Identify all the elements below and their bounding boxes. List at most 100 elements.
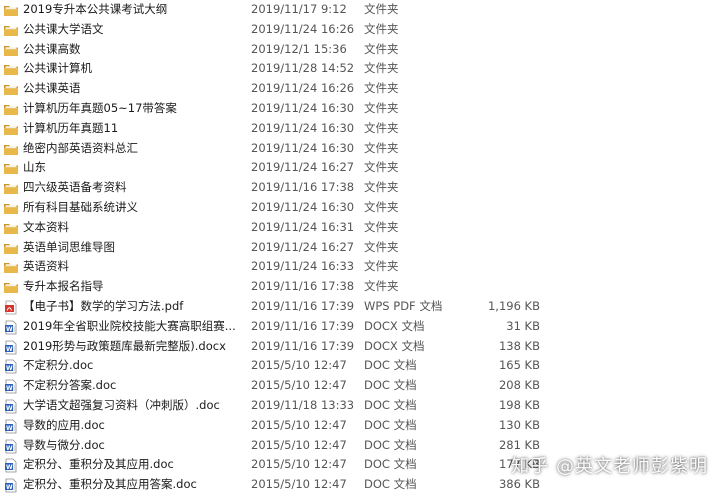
file-row[interactable]: W 2019形势与政策题库最新完整版).docx 2019/11/16 17:39 D…: [0, 337, 720, 357]
file-type: 文件夹: [364, 41, 399, 56]
file-name[interactable]: 2019专升本公共课考试大纲: [23, 0, 245, 20]
file-type: 文件夹: [364, 219, 399, 234]
file-date: 2019/11/24 16:27: [251, 160, 355, 175]
file-row[interactable]: 四六级英语备考资料 2019/11/16 17:38 文件夹: [0, 178, 720, 198]
file-date: 2015/5/10 12:47: [251, 477, 347, 492]
watermark: 知乎 @英文老师彭紫明: [511, 456, 708, 477]
file-row[interactable]: 所有科目基础系统讲义 2019/11/24 16:30 文件夹: [0, 198, 720, 218]
file-name[interactable]: 公共课高数: [23, 40, 245, 60]
file-row[interactable]: 公共课计算机 2019/11/28 14:52 文件夹: [0, 59, 720, 79]
file-name[interactable]: 英语单词思维导图: [23, 238, 245, 258]
file-row[interactable]: W 不定积分答案.doc 2015/5/10 12:47 DOC 文档 208 KB: [0, 376, 720, 396]
file-date: 2019/11/16 17:38: [251, 180, 355, 195]
file-row[interactable]: W 2019年全省职业院校技能大赛高职组赛... 2019/11/16 17:39 D…: [0, 317, 720, 337]
file-row[interactable]: 计算机历年真题05~17带答案 2019/11/24 16:30 文件夹: [0, 99, 720, 119]
file-name[interactable]: 不定积分答案.doc: [23, 376, 245, 396]
file-type: DOC 文档: [364, 417, 417, 432]
file-row[interactable]: 英语资料 2019/11/24 16:33 文件夹: [0, 257, 720, 277]
file-date: 2015/5/10 12:47: [251, 378, 347, 393]
svg-text:W: W: [6, 385, 13, 392]
folder-icon: [3, 62, 19, 76]
pdf-icon: [3, 300, 19, 315]
docx-icon: W: [3, 320, 19, 335]
doc-icon: W: [3, 379, 19, 394]
file-name[interactable]: 2019形势与政策题库最新完整版).docx: [23, 337, 245, 357]
file-row[interactable]: 专升本报名指导 2019/11/16 17:38 文件夹: [0, 277, 720, 297]
file-type: DOC 文档: [364, 378, 417, 393]
file-type: 文件夹: [364, 140, 399, 155]
folder-icon: [3, 23, 19, 37]
file-name[interactable]: 计算机历年真题11: [23, 119, 245, 139]
file-name[interactable]: 四六级英语备考资料: [23, 178, 245, 198]
folder-icon: [3, 122, 19, 136]
svg-text:W: W: [6, 445, 13, 452]
file-date: 2019/11/16 17:39: [251, 318, 355, 333]
file-name[interactable]: 定积分、重积分及其应用.doc: [23, 455, 245, 475]
file-name[interactable]: 山东: [23, 158, 245, 178]
file-date: 2019/11/24 16:26: [251, 21, 355, 36]
file-name[interactable]: 2019年全省职业院校技能大赛高职组赛...: [23, 317, 245, 337]
file-date: 2019/11/24 16:27: [251, 239, 355, 254]
folder-icon: [3, 3, 19, 17]
file-name[interactable]: 【电子书】数学的学习方法.pdf: [23, 297, 245, 317]
folder-icon: [3, 43, 19, 57]
file-row[interactable]: 公共课高数 2019/12/1 15:36 文件夹: [0, 40, 720, 60]
file-date: 2019/11/24 16:30: [251, 100, 355, 115]
file-name[interactable]: 不定积分.doc: [23, 356, 245, 376]
file-date: 2019/11/17 9:12: [251, 2, 347, 16]
file-name[interactable]: 公共课大学语文: [23, 20, 245, 40]
file-name[interactable]: 导数的应用.doc: [23, 416, 245, 436]
folder-icon: [3, 142, 19, 156]
file-name[interactable]: 绝密内部英语资料总汇: [23, 139, 245, 159]
file-name[interactable]: 大学语文超强复习资料（冲刺版）.doc: [23, 396, 245, 416]
file-date: 2015/5/10 12:47: [251, 457, 347, 472]
file-date: 2019/11/24 16:33: [251, 259, 355, 274]
file-type: 文件夹: [364, 81, 399, 96]
file-row[interactable]: 计算机历年真题11 2019/11/24 16:30 文件夹: [0, 119, 720, 139]
file-date: 2019/11/24 16:31: [251, 219, 355, 234]
file-date: 2019/11/24 16:26: [251, 81, 355, 96]
file-type: DOC 文档: [364, 457, 417, 472]
file-row[interactable]: W 大学语文超强复习资料（冲刺版）.doc 2019/11/18 13:33 DOC …: [0, 396, 720, 416]
file-row[interactable]: 英语单词思维导图 2019/11/24 16:27 文件夹: [0, 238, 720, 258]
doc-icon: W: [3, 419, 19, 434]
file-type: DOC 文档: [364, 437, 417, 452]
file-name[interactable]: 定积分、重积分及其应用答案.doc: [23, 475, 245, 495]
file-row[interactable]: 山东 2019/11/24 16:27 文件夹: [0, 158, 720, 178]
svg-text:W: W: [6, 425, 13, 432]
file-name[interactable]: 公共课计算机: [23, 59, 245, 79]
file-date: 2019/11/28 14:52: [251, 61, 355, 76]
file-row[interactable]: 公共课大学语文 2019/11/24 16:26 文件夹: [0, 20, 720, 40]
file-row[interactable]: W 定积分、重积分及其应用答案.doc 2015/5/10 12:47 DOC 文档 3…: [0, 475, 720, 495]
file-row[interactable]: 公共课英语 2019/11/24 16:26 文件夹: [0, 79, 720, 99]
file-name[interactable]: 公共课英语: [23, 79, 245, 99]
file-date: 2015/5/10 12:47: [251, 417, 347, 432]
folder-icon: [3, 102, 19, 116]
file-name[interactable]: 所有科目基础系统讲义: [23, 198, 245, 218]
folder-icon: [3, 201, 19, 215]
svg-text:W: W: [6, 346, 13, 353]
folder-icon: [3, 280, 19, 294]
file-name[interactable]: 计算机历年真题05~17带答案: [23, 99, 245, 119]
file-name[interactable]: 专升本报名指导: [23, 277, 245, 297]
file-row[interactable]: W 不定积分.doc 2015/5/10 12:47 DOC 文档 165 KB: [0, 356, 720, 376]
file-type: 文件夹: [364, 199, 399, 214]
file-size: 165 KB: [498, 358, 540, 373]
docx-icon: W: [3, 340, 19, 354]
file-row[interactable]: 绝密内部英语资料总汇 2019/11/24 16:30 文件夹: [0, 139, 720, 159]
file-type: 文件夹: [364, 21, 399, 36]
file-row[interactable]: 2019专升本公共课考试大纲 2019/11/17 9:12 文件夹: [0, 0, 720, 20]
file-row[interactable]: W 导数的应用.doc 2015/5/10 12:47 DOC 文档 130 KB: [0, 416, 720, 436]
file-type: DOCX 文档: [364, 338, 425, 353]
file-type: 文件夹: [364, 61, 399, 76]
file-date: 2019/11/18 13:33: [251, 397, 355, 412]
doc-icon: W: [3, 359, 19, 374]
file-size: 198 KB: [498, 397, 540, 412]
file-name[interactable]: 导数与微分.doc: [23, 436, 245, 456]
file-row[interactable]: 【电子书】数学的学习方法.pdf 2019/11/16 17:39 WPS PDF …: [0, 297, 720, 317]
svg-text:W: W: [6, 405, 13, 412]
file-name[interactable]: 文本资料: [23, 218, 245, 238]
file-date: 2019/12/1 15:36: [251, 41, 347, 56]
file-name[interactable]: 英语资料: [23, 257, 245, 277]
file-row[interactable]: 文本资料 2019/11/24 16:31 文件夹: [0, 218, 720, 238]
